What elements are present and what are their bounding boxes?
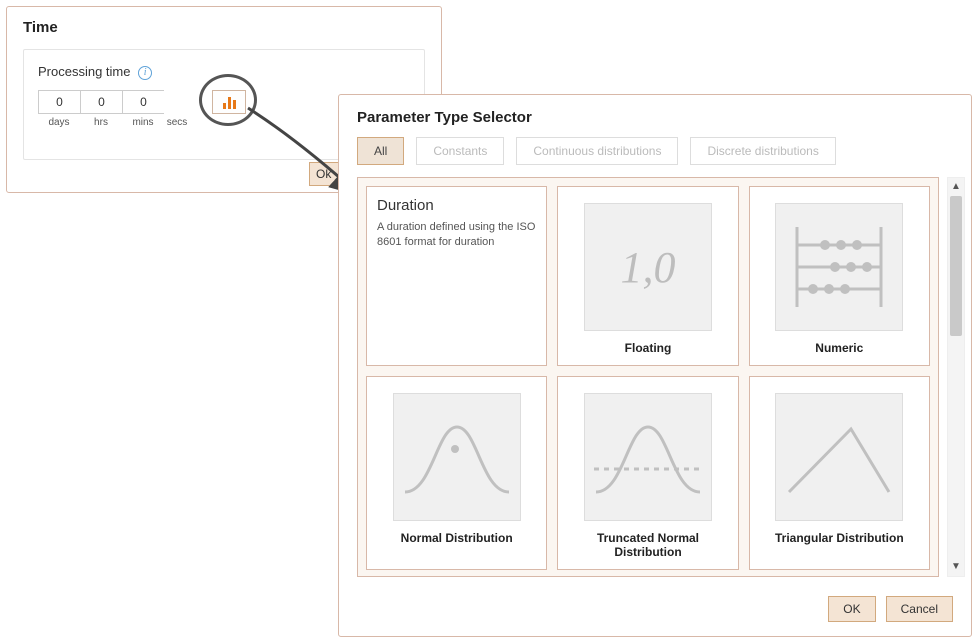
card-floating[interactable]: 1,0 Floating [557, 186, 738, 366]
processing-time-label: Processing time [38, 64, 130, 79]
mins-unit-label: mins [122, 117, 164, 128]
card-duration-description: A duration defined using the ISO 8601 fo… [377, 220, 536, 251]
parameter-type-selector-dialog: Parameter Type Selector All Constants Co… [338, 94, 972, 637]
card-triangular-label: Triangular Distribution [775, 531, 904, 545]
tab-discrete-distributions[interactable]: Discrete distributions [690, 137, 835, 165]
distribution-button-wrap [212, 90, 246, 114]
info-icon[interactable]: i [138, 66, 152, 80]
time-panel-title: Time [23, 19, 58, 36]
card-normal-distribution[interactable]: Normal Distribution [366, 376, 547, 570]
time-ok-button[interactable]: Ok [309, 162, 339, 186]
triangular-distribution-icon [779, 397, 899, 517]
card-duration-title: Duration [377, 197, 434, 214]
card-numeric-label: Numeric [815, 341, 863, 355]
hrs-unit-label: hrs [80, 117, 122, 128]
floating-thumb: 1,0 [584, 203, 712, 331]
selector-scrollbar[interactable]: ▲ ▼ [947, 177, 965, 577]
days-input[interactable]: 0 [38, 90, 80, 114]
card-truncated-label: Truncated Normal Distribution [568, 531, 727, 559]
tab-continuous-distributions[interactable]: Continuous distributions [516, 137, 678, 165]
card-truncated-normal-distribution[interactable]: Truncated Normal Distribution [557, 376, 738, 570]
hrs-input[interactable]: 0 [80, 90, 122, 114]
bar-chart-icon [233, 100, 236, 109]
tab-all[interactable]: All [357, 137, 404, 165]
selector-cancel-button[interactable]: Cancel [886, 596, 953, 622]
secs-unit-label: secs [160, 117, 194, 128]
selector-button-row: OK Cancel [828, 596, 953, 622]
truncated-normal-icon [588, 397, 708, 517]
card-triangular-distribution[interactable]: Triangular Distribution [749, 376, 930, 570]
selector-title: Parameter Type Selector [357, 109, 532, 126]
card-normal-label: Normal Distribution [401, 531, 513, 545]
card-numeric[interactable]: Numeric [749, 186, 930, 366]
mins-input[interactable]: 0 [122, 90, 164, 114]
floating-sample-icon: 1,0 [620, 242, 675, 293]
days-field-cell: 0 days [38, 90, 80, 128]
card-duration[interactable]: Duration A duration defined using the IS… [366, 186, 547, 366]
bar-chart-icon [223, 103, 226, 109]
selector-tab-row: All Constants Continuous distributions D… [357, 137, 836, 165]
scroll-down-icon[interactable]: ▼ [948, 558, 964, 576]
triangular-thumb [775, 393, 903, 521]
abacus-icon [779, 207, 899, 327]
open-parameter-selector-button[interactable] [212, 90, 246, 114]
scroll-thumb[interactable] [950, 196, 962, 336]
numeric-thumb [775, 203, 903, 331]
mins-field-cell: 0 mins [122, 90, 164, 128]
normal-distribution-icon [397, 397, 517, 517]
tab-constants[interactable]: Constants [416, 137, 504, 165]
normal-thumb [393, 393, 521, 521]
truncated-thumb [584, 393, 712, 521]
scroll-up-icon[interactable]: ▲ [948, 178, 964, 196]
bar-chart-icon [228, 97, 231, 109]
selector-ok-button[interactable]: OK [828, 596, 875, 622]
selector-cards-region: Duration A duration defined using the IS… [357, 177, 939, 577]
selector-card-grid: Duration A duration defined using the IS… [366, 186, 930, 568]
secs-field-cell: secs [164, 90, 194, 128]
card-floating-label: Floating [625, 341, 672, 355]
hrs-field-cell: 0 hrs [80, 90, 122, 128]
days-unit-label: days [38, 117, 80, 128]
